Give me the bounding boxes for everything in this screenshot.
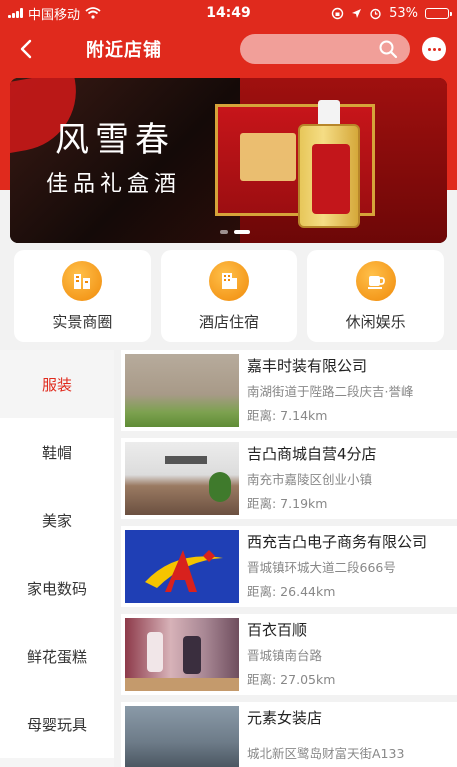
sidebar-item-home[interactable]: 美家 [0, 486, 114, 554]
store-photo [125, 354, 239, 427]
location-icon [352, 8, 362, 18]
store-distance: 距离: 27.05km [247, 672, 336, 687]
store-distance: 距离: 7.19km [247, 496, 328, 511]
more-icon [427, 47, 431, 51]
category-label: 休闲娱乐 [345, 312, 406, 331]
store-name: 元素女装店 [247, 709, 323, 727]
signal-icon [8, 8, 23, 18]
store-address: 城北新区鹭岛财富天街A133 [247, 745, 405, 761]
pagination-dot[interactable] [220, 230, 228, 234]
banner-pagination [220, 230, 250, 234]
store-item[interactable]: 西充吉凸电子商务有限公司 晋城镇环城大道二段666号 距离: 26.44km [121, 526, 457, 607]
search-icon[interactable] [378, 39, 398, 59]
wifi-icon [85, 7, 101, 19]
store-address: 晋城镇环城大道二段666号 [247, 560, 396, 575]
category-label: 实景商圈 [52, 312, 113, 331]
back-button[interactable] [6, 28, 46, 70]
sidebar-item-flowers-cake[interactable]: 鲜花蛋糕 [0, 622, 114, 690]
more-button[interactable] [422, 37, 446, 61]
store-name: 嘉丰时装有限公司 [247, 357, 368, 375]
sidebar-item-electronics[interactable]: 家电数码 [0, 554, 114, 622]
store-photo [125, 618, 239, 691]
hotel-icon [209, 260, 249, 301]
category-sidebar: 服装 鞋帽 美家 家电数码 鲜花蛋糕 母婴玩具 [0, 350, 114, 767]
promo-banner[interactable]: 风雪春 佳品礼盒酒 [10, 78, 447, 243]
store-address: 南充市嘉陵区创业小镇 [247, 472, 373, 487]
sidebar-item-shoes-hats[interactable]: 鞋帽 [0, 418, 114, 486]
store-name: 百衣百顺 [247, 621, 308, 639]
store-list: 嘉丰时装有限公司 南湖街道于陛路二段庆吉·誉峰 距离: 7.14km 吉凸商城自… [121, 350, 457, 767]
store-distance: 距离: 26.44km [247, 584, 336, 599]
store-item[interactable]: 百衣百顺 晋城镇南台路 距离: 27.05km [121, 614, 457, 695]
alarm-icon [370, 8, 381, 19]
category-row: 实景商圈 酒店住宿 休闲娱乐 [14, 250, 445, 342]
store-name: 西充吉凸电子商务有限公司 [247, 533, 428, 551]
carrier-name: 中国移动 [28, 7, 81, 23]
store-address: 晋城镇南台路 [247, 648, 323, 663]
status-bar: 中国移动 14:49 53% [0, 0, 457, 26]
cup-icon [355, 260, 396, 301]
building-icon [62, 260, 103, 301]
category-leisure[interactable]: 休闲娱乐 [307, 250, 445, 342]
store-photo [125, 442, 239, 515]
battery-percent: 53% [389, 5, 418, 21]
banner-title: 风雪春 [55, 120, 175, 160]
store-address: 南湖街道于陛路二段庆吉·誉峰 [247, 384, 414, 399]
category-label: 酒店住宿 [199, 312, 260, 331]
page-title: 附近店铺 [86, 40, 162, 61]
nav-bar: 附近店铺 [0, 28, 457, 70]
battery-icon [425, 7, 452, 19]
store-item[interactable]: 嘉丰时装有限公司 南湖街道于陛路二段庆吉·誉峰 距离: 7.14km [121, 350, 457, 431]
liquor-bottle-image [298, 100, 360, 228]
banner-subtitle: 佳品礼盒酒 [46, 172, 182, 197]
store-photo [125, 706, 239, 767]
store-item[interactable]: 吉凸商城自营4分店 南充市嘉陵区创业小镇 距离: 7.19km [121, 438, 457, 519]
search-input[interactable] [240, 34, 410, 64]
category-hotel[interactable]: 酒店住宿 [160, 250, 298, 342]
chevron-left-icon [20, 39, 32, 59]
sidebar-item-baby-toys[interactable]: 母婴玩具 [0, 690, 114, 758]
sidebar-item-clothing[interactable]: 服装 [0, 350, 114, 418]
lock-rotation-icon [331, 7, 344, 19]
category-shopping-district[interactable]: 实景商圈 [14, 250, 151, 342]
store-logo [125, 530, 239, 603]
store-item[interactable]: 元素女装店 城北新区鹭岛财富天街A133 [121, 702, 457, 767]
pagination-dot-active[interactable] [234, 230, 250, 234]
store-name: 吉凸商城自营4分店 [247, 445, 377, 463]
store-distance: 距离: 7.14km [247, 408, 328, 423]
